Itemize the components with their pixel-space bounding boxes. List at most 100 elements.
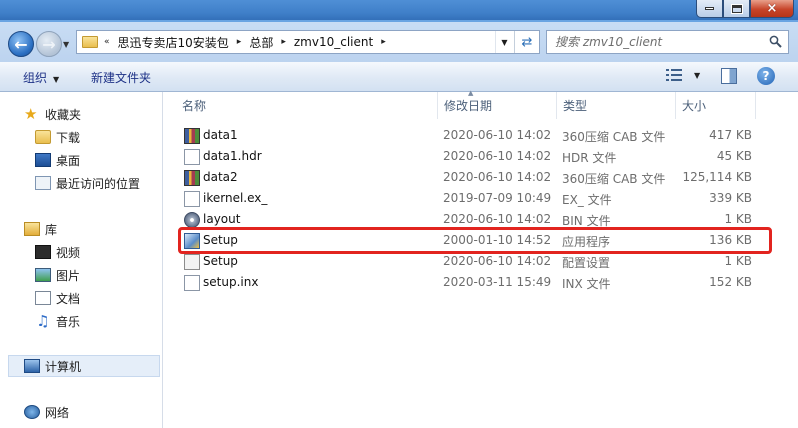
file-type: 配置设置: [562, 256, 611, 270]
file-size: 339 KB: [709, 191, 752, 205]
address-row: ← → ▼ « 思迅专卖店10安装包 ▸ 总部 ▸ zmv10_client ▸…: [0, 22, 798, 62]
chevron-down-icon[interactable]: ▼: [694, 71, 700, 80]
document-icon: [35, 291, 51, 305]
column-header-name[interactable]: 名称: [176, 92, 438, 119]
chevron-down-icon: ▼: [501, 37, 508, 47]
column-header-type[interactable]: 类型: [557, 92, 676, 119]
cab-archive-icon: [184, 170, 200, 186]
file-size: 417 KB: [709, 128, 752, 142]
forward-arrow-icon: →: [42, 34, 56, 54]
pictures-icon: [35, 268, 51, 282]
organize-button[interactable]: 组织 ▼: [23, 69, 59, 86]
nav-label: 计算机: [45, 359, 82, 374]
column-header-date[interactable]: 修改日期: [438, 92, 557, 119]
file-type: 360压缩 CAB 文件: [562, 172, 666, 186]
file-row[interactable]: setup.inx 2020-03-11 15:49 INX 文件 152 KB: [176, 272, 794, 293]
file-type: EX_ 文件: [562, 193, 612, 207]
back-button[interactable]: ←: [8, 31, 34, 57]
close-button[interactable]: ×: [750, 0, 794, 18]
nav-music[interactable]: ♫ 音乐: [35, 311, 80, 331]
computer-icon: [24, 359, 40, 373]
nav-downloads[interactable]: 下载: [35, 127, 80, 147]
nav-recent[interactable]: 最近访问的位置: [35, 173, 140, 193]
file-date: 2019-07-09 10:49: [443, 191, 552, 205]
nav-desktop[interactable]: 桌面: [35, 150, 80, 170]
nav-label: 音乐: [56, 314, 81, 329]
address-bar[interactable]: « 思迅专卖店10安装包 ▸ 总部 ▸ zmv10_client ▸ ▼ ⇄: [76, 30, 540, 54]
nav-label: 视频: [56, 245, 81, 260]
minimize-button[interactable]: [696, 0, 723, 18]
file-size: 125,114 KB: [682, 170, 752, 184]
nav-network[interactable]: 网络: [24, 402, 69, 422]
address-history-dropdown[interactable]: ▼: [495, 31, 513, 53]
preview-pane-icon[interactable]: [721, 68, 737, 84]
breadcrumb-separator-icon[interactable]: ▸: [237, 37, 242, 47]
refresh-button[interactable]: ⇄: [514, 31, 539, 53]
file-date: 2020-06-10 14:02: [443, 149, 552, 163]
file-row[interactable]: layout 2020-06-10 14:02 BIN 文件 1 KB: [176, 209, 794, 230]
file-row[interactable]: ikernel.ex_ 2019-07-09 10:49 EX_ 文件 339 …: [176, 188, 794, 209]
network-icon: [24, 405, 40, 419]
change-view-button[interactable]: ▼: [666, 69, 700, 81]
file-size: 152 KB: [709, 275, 752, 289]
nav-label: 收藏夹: [45, 107, 82, 122]
file-row[interactable]: data1.hdr 2020-06-10 14:02 HDR 文件 45 KB: [176, 146, 794, 167]
file-row[interactable]: Setup 2000-01-10 14:52 应用程序 136 KB: [176, 230, 794, 251]
file-date: 2020-06-10 14:02: [443, 170, 552, 184]
window-titlebar: ×: [0, 0, 798, 22]
file-row[interactable]: data1 2020-06-10 14:02 360压缩 CAB 文件 417 …: [176, 125, 794, 146]
file-name: data1.hdr: [203, 149, 262, 163]
blank-file-icon: [184, 149, 200, 165]
nav-label: 文档: [56, 291, 81, 306]
file-name: Setup: [203, 233, 238, 247]
blank-file-icon: [184, 191, 200, 207]
config-settings-icon: [184, 254, 200, 270]
file-date: 2000-01-10 14:52: [443, 233, 552, 247]
search-icon[interactable]: [769, 35, 782, 48]
help-icon[interactable]: ?: [757, 67, 775, 85]
file-date: 2020-06-10 14:02: [443, 128, 552, 142]
overflow-crumb[interactable]: «: [104, 37, 110, 47]
breadcrumb-hq[interactable]: 总部: [249, 34, 273, 51]
setup-exe-icon: [184, 233, 200, 249]
nav-favorites[interactable]: ★ 收藏夹: [24, 104, 81, 124]
column-header-size[interactable]: 大小: [676, 92, 756, 119]
breadcrumb-separator-icon[interactable]: ▸: [381, 37, 386, 47]
file-row[interactable]: Setup 2020-06-10 14:02 配置设置 1 KB: [176, 251, 794, 272]
command-bar: 组织 ▼ 新建文件夹 ▼ ?: [0, 62, 798, 92]
nav-label: 网络: [45, 405, 70, 420]
window-controls: ×: [696, 0, 794, 18]
file-row[interactable]: data2 2020-06-10 14:02 360压缩 CAB 文件 125,…: [176, 167, 794, 188]
music-note-icon: ♫: [36, 312, 50, 330]
file-date: 2020-03-11 15:49: [443, 275, 552, 289]
nav-videos[interactable]: 视频: [35, 242, 80, 262]
file-type: HDR 文件: [562, 151, 617, 165]
file-size: 45 KB: [716, 149, 752, 163]
file-name: Setup: [203, 254, 238, 268]
file-name: data2: [203, 170, 238, 184]
video-icon: [35, 245, 51, 259]
file-type: 应用程序: [562, 235, 611, 249]
maximize-button[interactable]: [723, 0, 750, 18]
nav-libraries[interactable]: 库: [24, 219, 57, 239]
nav-computer[interactable]: 计算机: [24, 356, 81, 376]
new-folder-button[interactable]: 新建文件夹: [91, 69, 151, 86]
search-box[interactable]: [546, 30, 789, 54]
close-icon: ×: [766, 1, 778, 16]
nav-label: 图片: [56, 268, 81, 283]
breadcrumb-package[interactable]: 思迅专卖店10安装包: [118, 34, 229, 51]
file-type: BIN 文件: [562, 214, 611, 228]
blank-file-icon: [184, 275, 200, 291]
recent-pages-dropdown[interactable]: ▼: [63, 40, 69, 49]
disc-image-icon: [184, 212, 200, 228]
breadcrumb-client[interactable]: zmv10_client: [294, 35, 373, 49]
navigation-pane: ★ 收藏夹 下载 桌面 最近访问的位置 库 视频 图片 文档 ♫ 音乐 计算机 网络: [0, 92, 163, 428]
nav-pictures[interactable]: 图片: [35, 265, 80, 285]
downloads-folder-icon: [35, 130, 51, 144]
library-icon: [24, 222, 40, 236]
search-input[interactable]: [555, 35, 755, 49]
nav-documents[interactable]: 文档: [35, 288, 80, 308]
forward-button[interactable]: →: [36, 31, 62, 57]
breadcrumb-separator-icon[interactable]: ▸: [281, 37, 286, 47]
file-size: 1 KB: [724, 254, 752, 268]
